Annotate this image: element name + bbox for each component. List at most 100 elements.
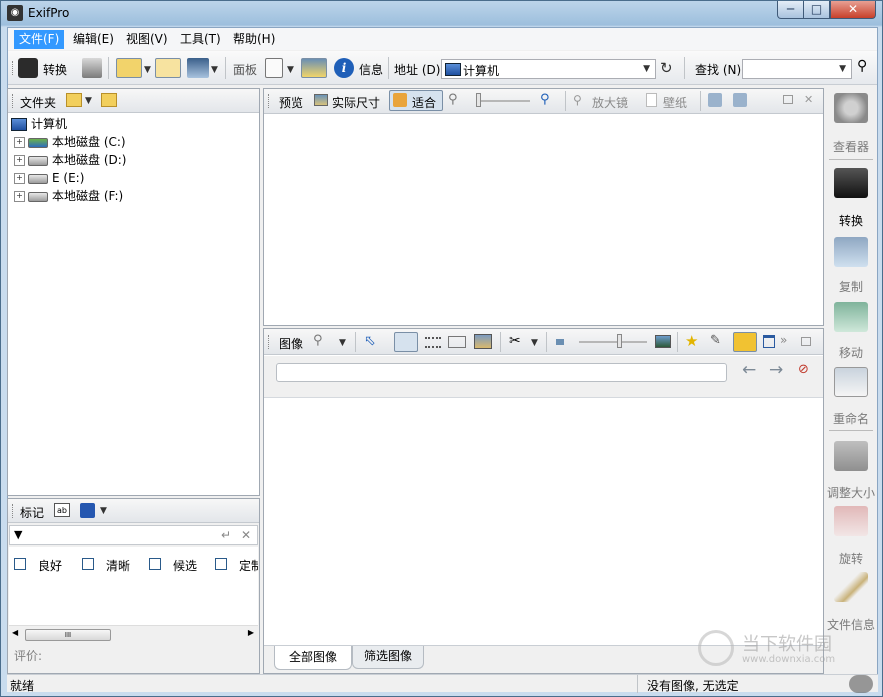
- viewer-icon[interactable]: [834, 93, 868, 123]
- sidebar-item-rename[interactable]: 重命名: [825, 410, 877, 427]
- details-view-icon[interactable]: [448, 336, 466, 348]
- save-icon[interactable]: [80, 503, 95, 518]
- sidebar-item-rotate[interactable]: 旋转: [825, 550, 877, 567]
- calendar-icon[interactable]: [763, 335, 775, 348]
- pane-grip[interactable]: [12, 504, 15, 518]
- sidebar-item-copy[interactable]: 复制: [825, 278, 877, 295]
- horizontal-scrollbar[interactable]: ◀ III ▶: [9, 625, 258, 642]
- magnifier-button[interactable]: 放大镜: [592, 94, 628, 111]
- magnifier-icon[interactable]: ⚲: [573, 93, 582, 107]
- image-grid[interactable]: [264, 399, 823, 645]
- clear-filter-icon[interactable]: ⊘: [798, 362, 809, 377]
- address-combo[interactable]: 计算机 ▼: [441, 59, 656, 79]
- restore-pane-icon[interactable]: [783, 95, 793, 104]
- pane-grip[interactable]: [12, 94, 15, 108]
- actual-size-icon[interactable]: [314, 94, 328, 106]
- tree-item-drive-f[interactable]: + 本地磁盘 (F:): [14, 187, 123, 205]
- sidebar-item-convert[interactable]: 转换: [825, 212, 877, 229]
- chevron-down-icon[interactable]: ▼: [144, 65, 151, 75]
- small-thumb-icon[interactable]: [556, 339, 564, 345]
- menu-view[interactable]: 视图(V): [121, 30, 173, 49]
- wallpaper-icon[interactable]: [646, 93, 657, 107]
- expand-icon[interactable]: +: [14, 173, 25, 184]
- wallpaper-button[interactable]: 壁纸: [663, 94, 687, 111]
- convert-icon[interactable]: [834, 168, 868, 198]
- more-icon[interactable]: »: [780, 333, 787, 347]
- sidebar-item-resize[interactable]: 调整大小: [825, 484, 877, 501]
- search-icon[interactable]: ⚲: [313, 333, 323, 348]
- search-icon[interactable]: ⚲: [857, 58, 867, 74]
- expand-icon[interactable]: +: [14, 191, 25, 202]
- thumbnails-view-icon[interactable]: [394, 332, 418, 352]
- chevron-down-icon[interactable]: ▼: [211, 65, 218, 75]
- pane-grip[interactable]: [268, 94, 271, 108]
- tree-item-drive-c[interactable]: + 本地磁盘 (C:): [14, 133, 126, 151]
- copy-icon[interactable]: [834, 237, 868, 267]
- image-search-input[interactable]: [276, 363, 727, 382]
- file-info-icon[interactable]: [834, 572, 868, 602]
- move-icon[interactable]: [834, 302, 868, 332]
- tag-checkbox[interactable]: [82, 558, 94, 570]
- select-cursor-icon[interactable]: ⬁: [364, 333, 376, 349]
- chevron-down-icon[interactable]: ▼: [643, 64, 650, 74]
- rotate-icon[interactable]: [834, 506, 868, 536]
- camera-convert-icon[interactable]: [18, 58, 38, 78]
- preview-image-icon[interactable]: [301, 58, 327, 78]
- rename-icon[interactable]: [834, 367, 868, 397]
- tab-filtered-images[interactable]: 筛选图像: [352, 646, 424, 669]
- tag-icon[interactable]: ✎: [710, 333, 721, 348]
- pane-grip[interactable]: [268, 335, 271, 349]
- enter-icon[interactable]: ↵: [221, 528, 231, 542]
- chevron-down-icon[interactable]: ▼: [85, 96, 92, 106]
- chevron-down-icon[interactable]: ▼: [839, 64, 846, 74]
- tag-checkbox[interactable]: [14, 558, 26, 570]
- menu-file[interactable]: 文件(F): [14, 30, 65, 49]
- folder-refresh-icon[interactable]: [101, 93, 117, 107]
- chevron-down-icon[interactable]: ▼: [531, 338, 538, 348]
- large-thumb-icon[interactable]: [655, 335, 671, 348]
- maximize-button[interactable]: □: [803, 1, 830, 19]
- sidebar-item-viewer[interactable]: 查看器: [825, 138, 877, 155]
- menu-edit[interactable]: 编辑(E): [68, 30, 119, 49]
- star-icon[interactable]: ★: [685, 332, 698, 350]
- tree-item-computer[interactable]: 计算机: [11, 115, 67, 133]
- toolbar-grip[interactable]: [12, 61, 15, 75]
- thumb-size-slider-thumb[interactable]: [617, 334, 622, 348]
- rotate-right-icon[interactable]: [733, 93, 747, 107]
- preview-view-icon[interactable]: [474, 334, 492, 349]
- title-bar[interactable]: ◉ ExifPro ─ □ ✕: [1, 1, 883, 27]
- rotate-left-icon[interactable]: [708, 93, 722, 107]
- minimize-button[interactable]: ─: [777, 1, 804, 19]
- close-button[interactable]: ✕: [830, 1, 876, 19]
- info-button[interactable]: 信息: [359, 61, 383, 78]
- chevron-down-icon[interactable]: ▼: [339, 338, 346, 348]
- thumbnail-view-icon[interactable]: [187, 58, 209, 78]
- folder-up-icon[interactable]: [66, 93, 82, 107]
- printer-icon[interactable]: [82, 58, 102, 78]
- info-icon[interactable]: i: [334, 58, 354, 78]
- forward-arrow-icon[interactable]: →: [769, 360, 783, 380]
- expand-icon[interactable]: +: [14, 137, 25, 148]
- resize-icon[interactable]: [834, 441, 868, 471]
- scroll-left-icon[interactable]: ◀: [12, 628, 18, 637]
- folder-star-icon[interactable]: [116, 58, 142, 78]
- folder-tree-icon[interactable]: [155, 58, 181, 78]
- tree-item-drive-e[interactable]: + E (E:): [14, 169, 84, 187]
- panel-layout-icon[interactable]: [265, 58, 283, 78]
- expand-icon[interactable]: +: [14, 155, 25, 166]
- zoom-slider[interactable]: [476, 100, 530, 102]
- preview-tab[interactable]: 预览: [279, 94, 303, 111]
- tag-filter-input[interactable]: ▼ ↵ ✕: [9, 525, 258, 545]
- list-view-icon[interactable]: [425, 337, 441, 348]
- chevron-down-icon[interactable]: ▼: [287, 65, 294, 75]
- zoom-slider-thumb[interactable]: [476, 93, 481, 107]
- sidebar-item-move[interactable]: 移动: [825, 344, 877, 361]
- filmstrip-icon[interactable]: [733, 332, 757, 352]
- chevron-down-icon[interactable]: ▼: [100, 506, 107, 516]
- find-input[interactable]: ▼: [742, 59, 852, 79]
- tab-all-images[interactable]: 全部图像: [274, 646, 352, 670]
- scroll-right-icon[interactable]: ▶: [248, 628, 254, 637]
- actual-size-button[interactable]: 实际尺寸: [332, 94, 380, 111]
- close-pane-icon[interactable]: ✕: [804, 93, 813, 106]
- tag-checkbox[interactable]: [149, 558, 161, 570]
